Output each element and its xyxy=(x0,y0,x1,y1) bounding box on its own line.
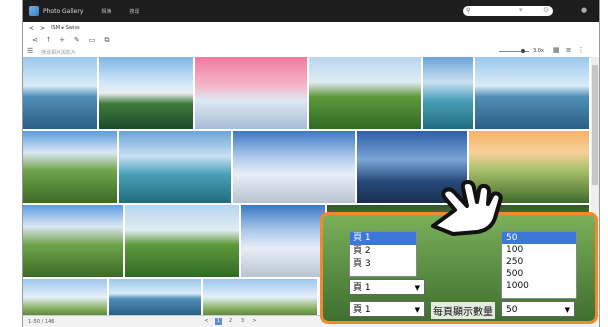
per-page-value: 50 xyxy=(506,305,518,315)
per-page-select[interactable]: 50 ▼ xyxy=(501,301,575,317)
photo-thumbnail[interactable] xyxy=(23,57,97,129)
menu-albums[interactable]: 相簿 xyxy=(101,8,111,15)
app-title: Photo Gallery xyxy=(43,7,84,15)
photo-thumbnail[interactable] xyxy=(475,57,589,129)
edit-icon[interactable]: ✎ xyxy=(74,36,80,44)
toolbar: ⋖ ⭡ + ✎ ▭ ⧉ xyxy=(23,34,599,46)
page-option[interactable]: 頁 3 xyxy=(350,258,416,271)
photo-thumbnail[interactable] xyxy=(203,279,317,315)
photo-thumbnail[interactable] xyxy=(23,131,117,203)
menu-icon[interactable]: ☰ xyxy=(27,47,33,55)
photo-thumbnail[interactable] xyxy=(99,57,193,129)
photo-thumbnail[interactable] xyxy=(423,57,473,129)
photo-thumbnail[interactable] xyxy=(119,131,231,203)
photo-thumbnail[interactable] xyxy=(309,57,421,129)
search-input[interactable]: ⚲ xyxy=(463,6,553,16)
per-page-label: 每頁顯示數量 xyxy=(431,302,495,319)
page-select-value: 頁 1 xyxy=(353,283,371,293)
title-bar: Photo Gallery 相簿 搜尋 ⚲ ▾ ⚙ ● xyxy=(23,0,599,22)
add-icon[interactable]: + xyxy=(59,36,65,44)
per-page-option[interactable]: 100 xyxy=(502,244,576,256)
search-icon: ⚲ xyxy=(466,7,471,14)
page-1[interactable]: 1 xyxy=(215,318,222,325)
page-select-value: 頁 1 xyxy=(353,305,371,315)
filter-placeholder[interactable]: 搜尋相片與影片 xyxy=(41,49,76,56)
photo-thumbnail[interactable] xyxy=(195,57,307,129)
photo-thumbnail[interactable] xyxy=(233,131,355,203)
zoom-slider[interactable] xyxy=(499,49,529,53)
share-icon[interactable]: ⋖ xyxy=(32,36,38,44)
photo-thumbnail[interactable] xyxy=(109,279,201,315)
page-2[interactable]: 2 xyxy=(227,318,234,325)
view-icons[interactable]: ▦≡⋮ xyxy=(553,46,590,54)
pointing-hand-icon xyxy=(431,180,503,236)
pager: < 1 2 3 > xyxy=(203,318,258,325)
page-3[interactable]: 3 xyxy=(239,318,246,325)
photo-thumbnail[interactable] xyxy=(125,205,239,277)
slideshow-icon[interactable]: ▭ xyxy=(89,36,96,44)
photo-thumbnail[interactable] xyxy=(241,205,325,277)
page-option[interactable]: 頁 2 xyxy=(350,245,416,258)
page-listbox[interactable]: 頁 1 頁 2 頁 3 xyxy=(349,231,417,277)
menu-search[interactable]: 搜尋 xyxy=(129,8,139,15)
copy-icon[interactable]: ⧉ xyxy=(105,36,110,45)
chevron-down-icon: ▼ xyxy=(414,306,420,314)
item-count: 1–50 / 146 xyxy=(28,319,55,325)
filter-icon[interactable]: ▾ xyxy=(519,6,523,14)
back-icon[interactable]: < xyxy=(29,25,34,32)
page-select-2[interactable]: 頁 1 ▼ xyxy=(349,301,425,317)
photo-thumbnail[interactable] xyxy=(23,279,107,315)
settings-icon[interactable]: ⚙ xyxy=(543,6,549,14)
page-option[interactable]: 頁 1 xyxy=(350,232,416,245)
scrollbar-thumb[interactable] xyxy=(592,65,598,185)
prev-page-icon[interactable]: < xyxy=(203,318,210,325)
per-page-option[interactable]: 1000 xyxy=(502,280,576,292)
photo-thumbnail[interactable] xyxy=(23,205,123,277)
chevron-down-icon: ▼ xyxy=(564,306,570,314)
per-page-option[interactable]: 250 xyxy=(502,256,576,268)
forward-icon[interactable]: > xyxy=(40,25,45,32)
user-icon[interactable]: ● xyxy=(581,6,587,14)
breadcrumb[interactable]: ISM ▸ Swiss xyxy=(51,25,80,31)
per-page-listbox[interactable]: 50 100 250 500 1000 xyxy=(501,231,577,299)
per-page-option[interactable]: 500 xyxy=(502,268,576,280)
page-select[interactable]: 頁 1 ▼ xyxy=(349,279,425,295)
app-logo-icon xyxy=(29,6,39,16)
chevron-down-icon: ▼ xyxy=(414,284,420,292)
zoom-label: 3.0x xyxy=(533,48,544,54)
nav-bar: < > ISM ▸ Swiss xyxy=(23,22,599,34)
upload-icon[interactable]: ⭡ xyxy=(47,36,50,45)
next-page-icon[interactable]: > xyxy=(251,318,258,325)
